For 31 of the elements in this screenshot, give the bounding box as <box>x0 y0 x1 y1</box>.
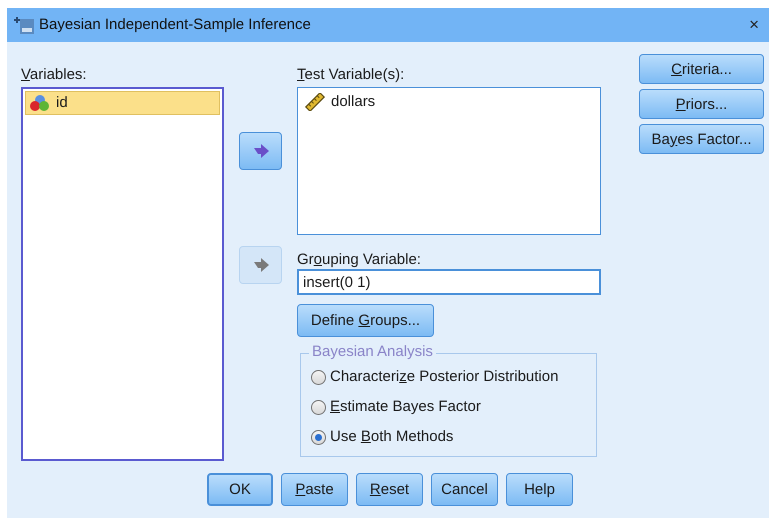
close-button[interactable]: × <box>745 12 763 38</box>
variable-item[interactable]: dollars <box>300 90 598 114</box>
radio-label: Estimate Bayes Factor <box>330 396 481 417</box>
dialog-button[interactable]: OK <box>207 473 273 506</box>
test-variables-list[interactable]: dollars <box>297 87 601 235</box>
dialog-button[interactable]: Bayes Factor... <box>639 124 764 154</box>
window-title: Bayesian Independent-Sample Inference <box>39 14 312 35</box>
dialog-button[interactable]: Help <box>506 473 573 506</box>
grouping-variable-field[interactable]: insert(0 1) <box>297 269 601 295</box>
arrow-icon <box>252 143 270 159</box>
group-title: Bayesian Analysis <box>309 344 436 359</box>
move-arrow-button[interactable] <box>239 132 282 170</box>
define-groups-button[interactable]: Define Groups... <box>297 304 434 337</box>
test-variables-label: Test Variable(s): <box>297 65 406 82</box>
variables-list[interactable]: id <box>21 87 224 461</box>
nominal-variable-icon <box>30 94 50 112</box>
radio-label: Characterize Posterior Distribution <box>330 366 558 387</box>
radio-label: Use Both Methods <box>330 426 454 447</box>
dialog-button[interactable]: Cancel <box>431 473 498 506</box>
radio-button[interactable] <box>311 430 326 444</box>
radio-button[interactable] <box>311 370 326 384</box>
variable-item[interactable]: id <box>25 91 220 115</box>
grouping-variable-label: Grouping Variable: <box>297 250 422 267</box>
radio-button[interactable] <box>311 400 326 414</box>
dialog-button[interactable]: Criteria... <box>639 54 764 84</box>
arrow-icon <box>252 257 270 273</box>
dialog-button[interactable]: Reset <box>356 473 423 506</box>
app-icon <box>13 15 35 35</box>
dialog-button[interactable]: Paste <box>281 473 348 506</box>
variables-label: Variables: <box>21 65 88 82</box>
dialog-button[interactable]: Priors... <box>639 89 764 119</box>
